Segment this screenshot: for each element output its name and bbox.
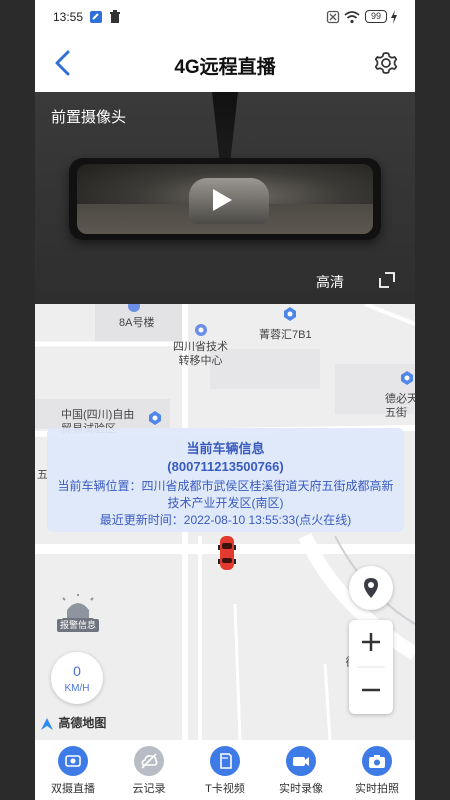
poi-pin-icon — [195, 324, 207, 336]
sim-off-icon — [326, 10, 340, 24]
notification-app-icon — [90, 11, 102, 23]
map-view[interactable]: 8A号楼 四川省技术 转移中心 菁蓉汇7B1 中国(四川)自由 贸易试验区 德必… — [35, 304, 415, 740]
speed-gauge: 0 KM/H — [51, 652, 103, 704]
map-label: 8A号楼 — [119, 317, 155, 329]
poi-pin-icon — [284, 307, 296, 321]
location-pin-icon — [364, 578, 378, 598]
zoom-control-icons — [357, 633, 385, 692]
battery-level: 99 — [370, 11, 381, 21]
page-title: 4G远程直播 — [174, 57, 276, 78]
video-player[interactable]: 前置摄像头 高清 — [35, 92, 415, 304]
last-update-time: 最近更新时间：2022-08-10 13:55:33(点火在线) — [99, 513, 352, 527]
fullscreen-icon[interactable] — [379, 272, 395, 288]
amap-logo: 高德地图 — [39, 714, 106, 732]
nav-dual-live[interactable]: 双摄直播 — [35, 740, 111, 800]
dual-camera-icon — [58, 746, 88, 776]
poi-pin-icon — [128, 304, 140, 312]
map-label: 菁蓉汇7B1 — [259, 329, 312, 341]
status-time: 13:55 — [53, 10, 84, 24]
vehicle-device-id: (800711213500766) — [167, 459, 284, 474]
nav-label: 实时录像 — [279, 783, 323, 795]
photo-camera-icon — [362, 746, 392, 776]
nav-label: 云记录 — [132, 783, 166, 795]
wifi-icon — [344, 11, 360, 24]
camera-label: 前置摄像头 — [51, 109, 127, 126]
nav-cloud-record[interactable]: 云记录 — [111, 740, 187, 800]
gear-icon[interactable] — [373, 50, 399, 76]
nav-label: 双摄直播 — [51, 783, 95, 795]
amap-logo-icon — [41, 717, 53, 730]
zoom-in-icon — [362, 633, 380, 651]
zoom-controls — [349, 620, 393, 714]
map-label: 德必天 五街 — [385, 393, 415, 419]
speed-value: 0 — [73, 663, 81, 679]
vehicle-location: 当前车辆位置：四川省成都市武侯区桂溪街道天府五街成都高新技术产业开发区(南区) — [57, 479, 394, 510]
video-camera-icon — [286, 746, 316, 776]
poi-pin-icon — [149, 411, 161, 425]
nav-label: T卡视频 — [205, 783, 245, 795]
play-icon[interactable] — [213, 189, 232, 211]
vehicle-marker-icon[interactable] — [218, 534, 236, 572]
phone-screen: 13:55 99 4G远程直播 前置摄像头 高清 8A号楼 四川省技术 转移中心… — [35, 0, 415, 800]
amap-logo-text: 高德地图 — [58, 716, 107, 730]
poi-pin-icon — [401, 371, 413, 385]
vehicle-info-card: 当前车辆信息 (800711213500766) 当前车辆位置：四川省成都市武侯… — [47, 428, 404, 532]
mirror-mount — [212, 92, 238, 162]
bottom-nav: 双摄直播 云记录 T卡视频 实时录像 实时拍照 — [35, 740, 415, 800]
vehicle-info-title: 当前车辆信息 — [186, 441, 265, 456]
cloud-record-icon — [134, 746, 164, 776]
locate-button[interactable] — [349, 566, 393, 610]
map-label: 四川省技术 转移中心 — [173, 341, 228, 367]
nav-live-photo[interactable]: 实时拍照 — [339, 740, 415, 800]
sd-card-icon — [210, 746, 240, 776]
quality-toggle[interactable]: 高清 — [316, 272, 344, 292]
nav-label: 实时拍照 — [355, 783, 399, 795]
status-bar: 13:55 99 — [35, 0, 415, 34]
charging-icon — [391, 10, 397, 24]
nav-live-record[interactable]: 实时录像 — [263, 740, 339, 800]
nav-tf-video[interactable]: T卡视频 — [187, 740, 263, 800]
alarm-info-label: 报警信息 — [57, 619, 99, 632]
alarm-info-button[interactable]: 报警信息 — [53, 594, 103, 636]
trash-icon — [110, 10, 120, 23]
speed-unit: KM/H — [64, 683, 90, 694]
battery-icon: 99 — [365, 10, 387, 23]
app-header: 4G远程直播 — [35, 34, 415, 92]
